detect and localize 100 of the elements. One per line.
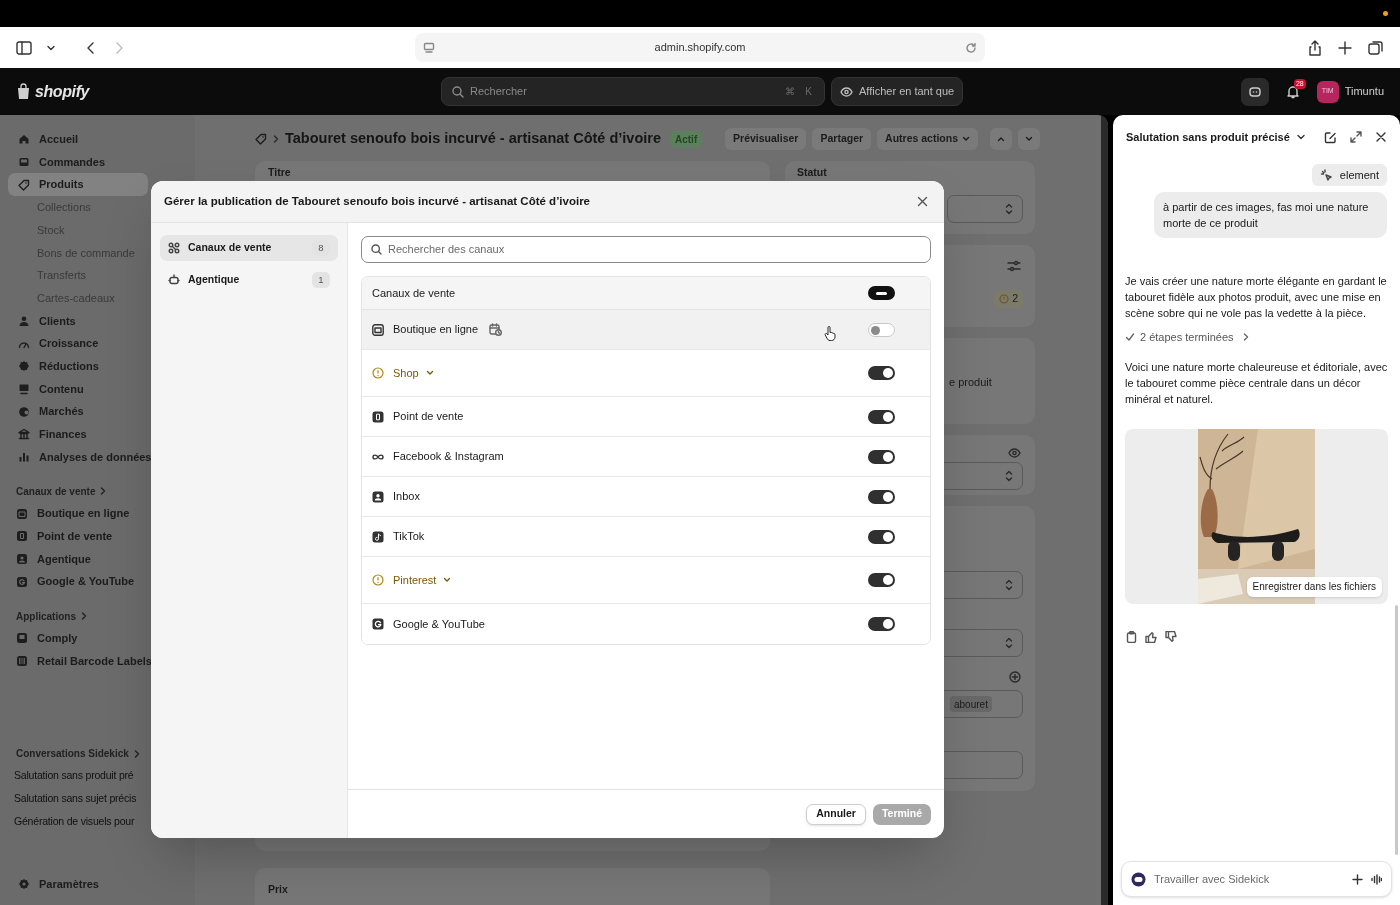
globe-icon [18,405,30,418]
shortcut-key: ⌘ [785,84,796,99]
sidebar-item[interactable]: Agentique [8,547,187,571]
google-icon [372,618,384,630]
conversation-item[interactable]: Génération de visuels pour [14,810,135,833]
monitor-icon [18,382,30,395]
scheduled-icon[interactable] [489,323,502,336]
chat-input[interactable]: Travailler avec Sidekick [1121,861,1392,897]
shortcut-key: K [805,84,812,99]
status-badge: Actif [670,130,703,148]
conversation-item[interactable]: Salutation sans produit pré [14,764,134,788]
search-icon [371,244,382,255]
toggle-switch[interactable] [868,489,895,504]
toggle-switch[interactable] [868,573,895,587]
nav-tab[interactable]: Agentique 1 [160,267,338,293]
share-icon[interactable] [1308,39,1322,56]
user-message: à partir de ces images, fas moi une nature morte de ce produit [1154,192,1387,238]
hand-cursor-icon [824,326,836,341]
element-chip[interactable]: element [1311,164,1387,186]
section-heading[interactable]: Canaux de vente [16,483,96,499]
steps-toggle[interactable]: 2 étapes terminées [1125,329,1388,346]
toggle-switch[interactable] [868,449,895,464]
add-circle-icon[interactable] [1009,671,1021,683]
toggle-switch[interactable] [868,409,895,424]
search-field[interactable]: Rechercher ⌘ K [441,77,825,106]
conversation-item[interactable]: Salutation sans sujet précis [14,787,137,811]
sidebar-item[interactable]: Point de vente [8,525,187,548]
logo-text: shopify [35,81,90,102]
eye-icon[interactable] [1008,448,1021,458]
channel-row[interactable]: Boutique en ligne [362,310,930,350]
scrollbar[interactable] [1395,605,1398,855]
toggle-switch[interactable] [868,366,895,380]
chevron-down-icon[interactable] [1295,132,1306,142]
warning-icon [372,367,384,379]
warning-icon [372,574,384,586]
nodes-icon [168,242,180,254]
sidebar-item[interactable]: Produits [8,173,148,197]
close-icon[interactable] [1375,131,1387,143]
inbox-icon [372,490,384,503]
chevron-down-icon[interactable] [425,369,434,377]
storefront-icon [16,507,28,520]
chevron-right-icon [1242,333,1249,342]
assistant-message: Je vais créer une nature morte élégante en gardant le tabouret fidèle aux photos produit, avec une mise en scène sobre qui ne vole pas la vedette à la pièce. [1125,274,1388,321]
sliders-icon[interactable] [1007,260,1021,272]
cancel-button[interactable]: Annuler [806,803,866,825]
channel-name: Pinterest [393,572,437,588]
tag-chip: abouret [950,696,992,712]
sidebar-item[interactable]: Comply [8,627,187,650]
channel-name: Facebook & Instagram [393,449,504,465]
count-badge: 1 [312,272,330,288]
cursor-click-icon [1319,168,1333,182]
thumbs-down-icon[interactable] [1165,630,1177,643]
tabs-icon[interactable] [1368,39,1384,56]
save-button[interactable]: Enregistrer dans les fichiers [1246,576,1382,597]
input-placeholder: Travailler avec Sidekick [1154,871,1270,887]
search-icon [452,85,464,98]
address-bar[interactable]: admin.shopify.com [415,33,985,62]
conversation-title[interactable]: Salutation sans produit précisé [1126,128,1290,146]
toggle-switch[interactable] [868,617,895,631]
toggle-switch[interactable] [868,286,895,300]
search-field[interactable]: Rechercher des canaux [361,236,931,263]
app-window-icon [16,632,28,645]
expand-icon[interactable] [1350,131,1362,143]
sidebar-icon[interactable] [16,40,32,55]
warning-icon [999,294,1010,304]
shopping-bag-icon [16,83,31,100]
toggle-switch[interactable] [868,529,895,544]
google-icon [16,575,28,588]
clipboard-icon[interactable] [1126,630,1137,643]
view-as-button[interactable]: Afficher en tant que [831,77,964,106]
action-button[interactable]: Autres actions [877,128,978,150]
user-name[interactable]: Timuntu [1344,83,1384,100]
thumbs-up-icon[interactable] [1145,630,1157,643]
sidebar-item[interactable]: Boutique en ligne [8,502,187,525]
sidekick-button[interactable] [1240,77,1269,106]
plus-icon[interactable] [1338,40,1352,55]
plus-icon[interactable] [1352,873,1363,885]
action-button[interactable]: Partager [812,128,872,150]
nav-tab[interactable]: Canaux de vente 8 [160,235,338,261]
select-field[interactable] [947,194,1023,223]
chevron-right-icon [81,612,87,621]
action-button[interactable]: Prévisualiser [725,128,807,150]
sidebar-item[interactable]: Paramètres [8,873,187,895]
voice-icon[interactable] [1371,873,1382,885]
toggle-switch[interactable] [868,322,895,337]
sidebar-item[interactable]: Google & YouTube [8,570,187,594]
scrollbar[interactable] [1101,115,1108,905]
chevron-down-icon[interactable] [443,576,452,584]
person-icon [18,314,30,327]
close-icon[interactable] [917,196,928,207]
bell-icon[interactable] [1285,84,1300,99]
reload-icon[interactable] [965,41,977,54]
new-chat-icon[interactable] [1324,130,1337,144]
section-heading[interactable]: Conversations Sidekick [16,746,129,762]
channel-name: Shop [393,365,419,381]
search-placeholder: Rechercher des canaux [388,242,505,258]
section-heading[interactable]: Applications [16,608,76,624]
check-icon [1125,332,1135,343]
sidebar-item[interactable]: Retail Barcode Labels [8,649,187,673]
barcode-icon [16,655,28,668]
